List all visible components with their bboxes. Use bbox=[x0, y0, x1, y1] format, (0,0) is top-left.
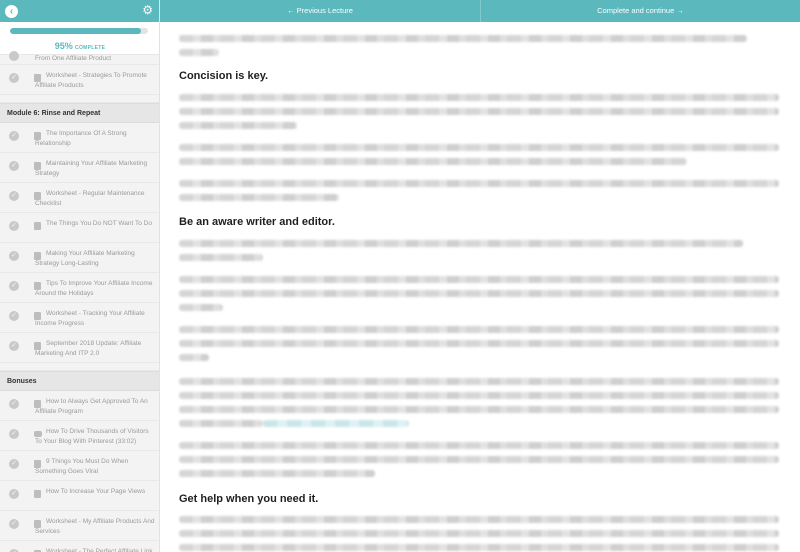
lesson-title: Tips To Improve Your Affiliate Income Ar… bbox=[35, 280, 153, 297]
blurred-text-line bbox=[179, 108, 779, 115]
blurred-text-line bbox=[179, 470, 375, 477]
check-circle-icon: ✓ bbox=[9, 429, 19, 439]
module-header: Module 6: Rinse and Repeat bbox=[0, 103, 159, 123]
lesson-title: The Importance Of A Strong Relationship bbox=[35, 130, 127, 147]
check-circle-icon: ✓ bbox=[9, 311, 19, 321]
complete-and-continue-button[interactable]: Complete and continue → bbox=[481, 0, 800, 22]
check-circle-icon: ✓ bbox=[9, 73, 19, 83]
lesson-title: From One Affiliate Product bbox=[35, 55, 112, 62]
check-circle-icon: ✓ bbox=[9, 399, 19, 409]
blurred-text-line bbox=[179, 304, 223, 311]
blurred-text-line bbox=[179, 406, 779, 413]
lesson-item[interactable]: ✓ Tips To Improve Your Affiliate Income A… bbox=[0, 273, 159, 303]
lesson-title: Worksheet - My Affiliate Products And Se… bbox=[35, 518, 155, 535]
blurred-text-line bbox=[179, 180, 779, 187]
lesson-item[interactable]: ✓ Worksheet - Strategies To Promote Affil… bbox=[0, 65, 159, 95]
check-circle-icon: ✓ bbox=[9, 131, 19, 141]
previous-lecture-button[interactable]: ← Previous Lecture bbox=[160, 0, 481, 22]
lesson-title: 9 Things You Must Do When Something Goes… bbox=[35, 458, 129, 475]
check-circle-icon: ✓ bbox=[9, 489, 19, 499]
gear-icon[interactable]: ⚙ bbox=[142, 3, 153, 18]
lesson-title: Making Your Affiliate Marketing Strategy… bbox=[35, 250, 135, 267]
blurred-text-line bbox=[179, 144, 779, 151]
blurred-text-line bbox=[179, 442, 779, 449]
lesson-item[interactable]: ✓ The Importance Of A Strong Relationship bbox=[0, 123, 159, 153]
lesson-title: Worksheet - Tracking Your Affiliate Inco… bbox=[35, 310, 145, 327]
lesson-item[interactable]: ✓ Worksheet - My Affiliate Products And S… bbox=[0, 511, 159, 541]
blurred-text-line bbox=[179, 194, 339, 201]
check-circle-icon: ✓ bbox=[9, 221, 19, 231]
blurred-text-line bbox=[179, 240, 743, 247]
check-circle-icon: ✓ bbox=[9, 191, 19, 201]
lesson-item[interactable]: ✓Worksheet - The Perfect Affiliate Link … bbox=[0, 541, 159, 552]
lecture-nav-bar: ← Previous Lecture Complete and continue… bbox=[160, 0, 800, 22]
progress-text: 95% COMPLETE bbox=[0, 41, 159, 51]
progress-bar bbox=[10, 28, 148, 34]
section-heading: Get help when you need it. bbox=[179, 493, 319, 505]
sidebar-header: ‹ ⚙ bbox=[0, 0, 159, 22]
lesson-title: How to Always Get Approved To An Affilia… bbox=[35, 398, 148, 415]
lesson-title: Maintaining Your Affiliate Marketing Str… bbox=[35, 160, 148, 177]
blurred-text-line bbox=[179, 354, 209, 361]
lesson-item[interactable]: ✓ How To Increase Your Page Views bbox=[0, 481, 159, 511]
module-header: Bonuses bbox=[0, 371, 159, 391]
blurred-text-line bbox=[179, 392, 779, 399]
lesson-item[interactable]: ✓ 9 Things You Must Do When Something Goe… bbox=[0, 451, 159, 481]
lesson-item[interactable]: ✓ How To Drive Thousands of Visitors To Y… bbox=[0, 421, 159, 451]
blurred-text-line bbox=[179, 49, 219, 56]
lesson-item[interactable]: ✓ How to Always Get Approved To An Affili… bbox=[0, 391, 159, 421]
lesson-item[interactable]: ✓ Making Your Affiliate Marketing Strateg… bbox=[0, 243, 159, 273]
check-circle-icon: ✓ bbox=[9, 281, 19, 291]
lesson-title: Worksheet - Regular Maintenance Checklis… bbox=[35, 190, 145, 207]
lecture-content: Concision is key. Be an aware writer and… bbox=[160, 22, 800, 552]
blurred-text-line bbox=[179, 122, 297, 129]
lesson-title: September 2018 Update: Affiliate Marketi… bbox=[35, 340, 142, 357]
blurred-text-line bbox=[179, 94, 779, 101]
blurred-text-line bbox=[179, 456, 779, 463]
course-sidebar: ‹ ⚙ 95% COMPLETE From One Affiliate Prod… bbox=[0, 0, 160, 552]
lesson-title: How To Increase Your Page Views bbox=[46, 488, 146, 495]
blurred-text-line bbox=[179, 378, 779, 385]
blurred-text-line bbox=[179, 290, 779, 297]
check-circle-icon: ✓ bbox=[9, 519, 19, 529]
blurred-link[interactable] bbox=[263, 420, 409, 427]
check-circle-icon: ✓ bbox=[9, 251, 19, 261]
blurred-text-line bbox=[179, 420, 263, 427]
section-spacer bbox=[0, 95, 159, 103]
blurred-text-line bbox=[179, 544, 779, 551]
lesson-title: Worksheet - Strategies To Promote Affili… bbox=[35, 72, 147, 89]
blurred-text-line bbox=[179, 326, 779, 333]
progress-percent: 95% bbox=[54, 41, 73, 51]
section-spacer bbox=[0, 363, 159, 371]
check-circle-icon: ✓ bbox=[9, 459, 19, 469]
blurred-text-line bbox=[179, 35, 747, 42]
lesson-item[interactable]: ✓ September 2018 Update: Affiliate Market… bbox=[0, 333, 159, 363]
blurred-text-line bbox=[179, 530, 779, 537]
check-circle-icon: ✓ bbox=[9, 161, 19, 171]
blurred-text-line bbox=[179, 340, 779, 347]
back-chevron-icon[interactable]: ‹ bbox=[5, 5, 18, 18]
blurred-text-line bbox=[179, 158, 687, 165]
lesson-title: The Things You Do NOT Want To Do bbox=[46, 220, 152, 227]
lesson-item[interactable]: ✓ Maintaining Your Affiliate Marketing St… bbox=[0, 153, 159, 183]
section-heading: Be an aware writer and editor. bbox=[179, 216, 335, 228]
lesson-title: How To Drive Thousands of Visitors To Yo… bbox=[35, 428, 149, 445]
check-circle-icon bbox=[9, 51, 19, 61]
section-heading: Concision is key. bbox=[179, 70, 269, 82]
lesson-item[interactable]: ✓ Worksheet - Tracking Your Affiliate Inc… bbox=[0, 303, 159, 333]
course-progress: 95% COMPLETE bbox=[0, 22, 159, 55]
blurred-text-line bbox=[179, 516, 779, 523]
lesson-item[interactable]: ✓ The Things You Do NOT Want To Do bbox=[0, 213, 159, 243]
progress-bar-fill bbox=[10, 28, 142, 34]
lesson-title: Worksheet - The Perfect Affiliate Link C… bbox=[46, 548, 153, 552]
lesson-list: From One Affiliate Product ✓ Worksheet - S… bbox=[0, 51, 159, 552]
check-circle-icon: ✓ bbox=[9, 341, 19, 351]
lesson-item[interactable]: From One Affiliate Product bbox=[0, 51, 159, 65]
blurred-text-line bbox=[179, 254, 263, 261]
progress-complete-label: COMPLETE bbox=[75, 45, 106, 51]
lesson-item[interactable]: ✓ Worksheet - Regular Maintenance Checkli… bbox=[0, 183, 159, 213]
blurred-text-line bbox=[179, 276, 779, 283]
